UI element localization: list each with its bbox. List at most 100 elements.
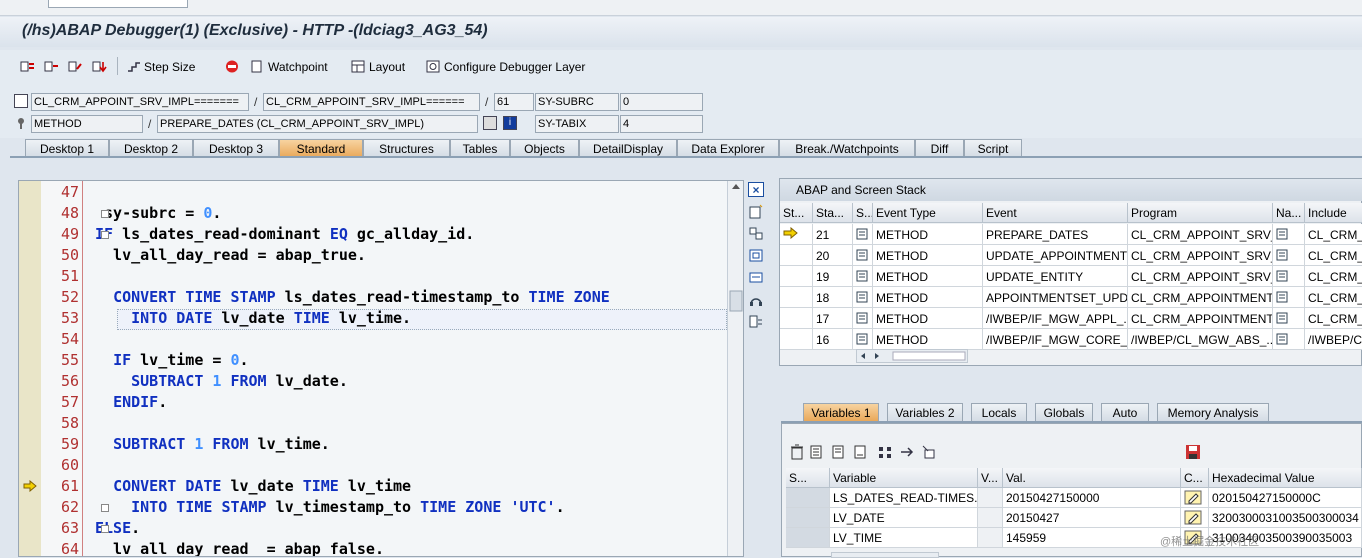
stack-cell[interactable] [780, 245, 813, 266]
tab-script[interactable]: Script [964, 139, 1022, 157]
stack-cell[interactable] [853, 245, 873, 266]
stack-cell[interactable] [853, 266, 873, 287]
import-icon[interactable] [921, 444, 937, 460]
stack-cell[interactable]: METHOD [873, 266, 983, 287]
variable-cell[interactable] [978, 488, 1003, 508]
stack-col-event[interactable]: Event [983, 203, 1128, 223]
new-tool-icon[interactable] [748, 204, 764, 219]
stack-horizontal-scrollbar[interactable] [856, 349, 968, 363]
stack-cell[interactable]: APPOINTMENTSET_UPD... [983, 287, 1128, 308]
tab-desktop-2[interactable]: Desktop 2 [109, 139, 193, 157]
include-field[interactable]: CL_CRM_APPOINT_SRV_IMPL====== [263, 93, 480, 111]
stack-cell[interactable]: CL_CRM_A [1305, 287, 1362, 308]
row-selector[interactable] [786, 508, 830, 528]
save-icon[interactable] [1185, 444, 1201, 460]
stack-cell[interactable] [1273, 308, 1305, 329]
variable-cell[interactable]: LV_DATE [830, 508, 978, 528]
stack-cell[interactable]: 16 [813, 329, 853, 350]
stack-cell[interactable]: PREPARE_DATES [983, 224, 1128, 245]
tab-diff[interactable]: Diff [915, 139, 964, 157]
insert-icon[interactable] [831, 444, 847, 460]
hierarchy-icon[interactable] [877, 444, 893, 460]
stack-cell[interactable] [780, 224, 813, 245]
stack-cell[interactable]: CL_CRM_APPOINT_SRV_... [1128, 266, 1273, 287]
stack-cell[interactable] [853, 308, 873, 329]
display-icon[interactable] [483, 116, 497, 130]
fold-marker[interactable] [101, 504, 109, 512]
continue-button[interactable] [92, 58, 110, 75]
stack-cell[interactable]: METHOD [873, 245, 983, 266]
variable-cell[interactable]: LS_DATES_READ-TIMES... [830, 488, 978, 508]
watchpoint-button[interactable]: Watchpoint [250, 58, 328, 75]
stack-cell[interactable]: /IWBEP/IF_MGW_CORE_... [983, 329, 1128, 350]
tab-globals[interactable]: Globals [1035, 403, 1093, 421]
stack-cell[interactable]: 17 [813, 308, 853, 329]
fold-marker[interactable] [101, 525, 109, 533]
row-selector[interactable] [786, 488, 830, 508]
var-col-variable[interactable]: Variable [830, 468, 978, 488]
stack-cell[interactable]: /IWBEP/CL_MGW_ABS_... [1128, 329, 1273, 350]
tab-desktop-3[interactable]: Desktop 3 [193, 139, 279, 157]
command-field[interactable] [48, 0, 188, 8]
stack-cell[interactable]: CL_CRM_A [1305, 308, 1362, 329]
stack-cell[interactable]: 20 [813, 245, 853, 266]
stack-cell[interactable]: CL_CRM_A [1305, 224, 1362, 245]
variable-cell[interactable] [1181, 508, 1209, 528]
stack-cell[interactable]: CL_CRM_A [1305, 266, 1362, 287]
stack-cell[interactable] [853, 329, 873, 350]
fold-marker[interactable] [101, 231, 109, 239]
stack-cell[interactable] [780, 287, 813, 308]
step-size-button[interactable]: Step Size [126, 58, 195, 75]
services-icon[interactable] [748, 292, 764, 307]
exchange-icon[interactable] [748, 226, 764, 241]
line-field[interactable]: 61 [494, 93, 534, 111]
stack-cell[interactable] [1273, 245, 1305, 266]
var-col-hex[interactable]: Hexadecimal Value [1209, 468, 1362, 488]
stack-cell[interactable]: METHOD [873, 287, 983, 308]
stack-cell[interactable] [780, 308, 813, 329]
sysvar2-value-field[interactable]: 4 [620, 115, 703, 133]
source-code-editor[interactable]: 47 48 49 50 51 52 53 54 55 56 57 58 59 60 61 62 63 64 sy-… [18, 180, 744, 557]
tab-tables[interactable]: Tables [450, 139, 510, 157]
stack-cell[interactable] [1273, 287, 1305, 308]
stack-cell[interactable]: METHOD [873, 224, 983, 245]
sysvar2-name-field[interactable]: SY-TABIX [535, 115, 619, 133]
stack-cell[interactable] [780, 329, 813, 350]
row-selector[interactable] [786, 528, 830, 548]
tab-break-watchpoints[interactable]: Break./Watchpoints [779, 139, 915, 157]
variable-cell[interactable]: 020150427150000C [1209, 488, 1362, 508]
var-col-status[interactable]: S... [786, 468, 830, 488]
append-icon[interactable] [853, 444, 869, 460]
stack-cell[interactable]: METHOD [873, 329, 983, 350]
tab-memory-analysis[interactable]: Memory Analysis [1157, 403, 1269, 421]
breakpoint-gutter[interactable] [19, 181, 41, 556]
transfer-icon[interactable] [899, 444, 915, 460]
variable-cell[interactable]: 145959 [1003, 528, 1181, 548]
event-field[interactable]: PREPARE_DATES (CL_CRM_APPOINT_SRV_IMPL) [157, 115, 478, 133]
stack-cell[interactable]: /IWBEP/IF_MGW_APPL_... [983, 308, 1128, 329]
stack-cell[interactable]: CL_CRM_APPOINTMENT... [1128, 287, 1273, 308]
tool-settings-icon[interactable] [748, 314, 764, 329]
fold-marker[interactable] [101, 210, 109, 218]
stack-col-s[interactable]: S... [853, 203, 873, 223]
editor-vertical-scrollbar[interactable] [727, 181, 743, 556]
tab-variables-2[interactable]: Variables 2 [887, 403, 963, 421]
tab-objects[interactable]: Objects [510, 139, 579, 157]
tab-desktop-1[interactable]: Desktop 1 [25, 139, 109, 157]
stack-cell[interactable]: /IWBEP/CL [1305, 329, 1362, 350]
program-field[interactable]: CL_CRM_APPOINT_SRV_IMPL======= [31, 93, 249, 111]
stack-cell[interactable]: CL_CRM_APPOINT_SRV_... [1128, 245, 1273, 266]
info-icon[interactable]: i [503, 116, 517, 130]
vars-horizontal-scrollbar[interactable] [831, 552, 939, 558]
tab-variables-1[interactable]: Variables 1 [803, 403, 879, 421]
stack-cell[interactable] [853, 224, 873, 245]
tab-structures[interactable]: Structures [363, 139, 450, 157]
stack-cell[interactable]: CL_CRM_APPOINTMENT... [1128, 308, 1273, 329]
swap-icon[interactable] [748, 270, 764, 285]
tab-data-explorer[interactable]: Data Explorer [677, 139, 779, 157]
stack-cell[interactable] [1273, 224, 1305, 245]
sysvar1-name-field[interactable]: SY-SUBRC [535, 93, 619, 111]
variable-cell[interactable]: 20150427150000 [1003, 488, 1181, 508]
layout-button[interactable]: Layout [351, 58, 405, 75]
stack-cell[interactable]: CL_CRM_A [1305, 245, 1362, 266]
